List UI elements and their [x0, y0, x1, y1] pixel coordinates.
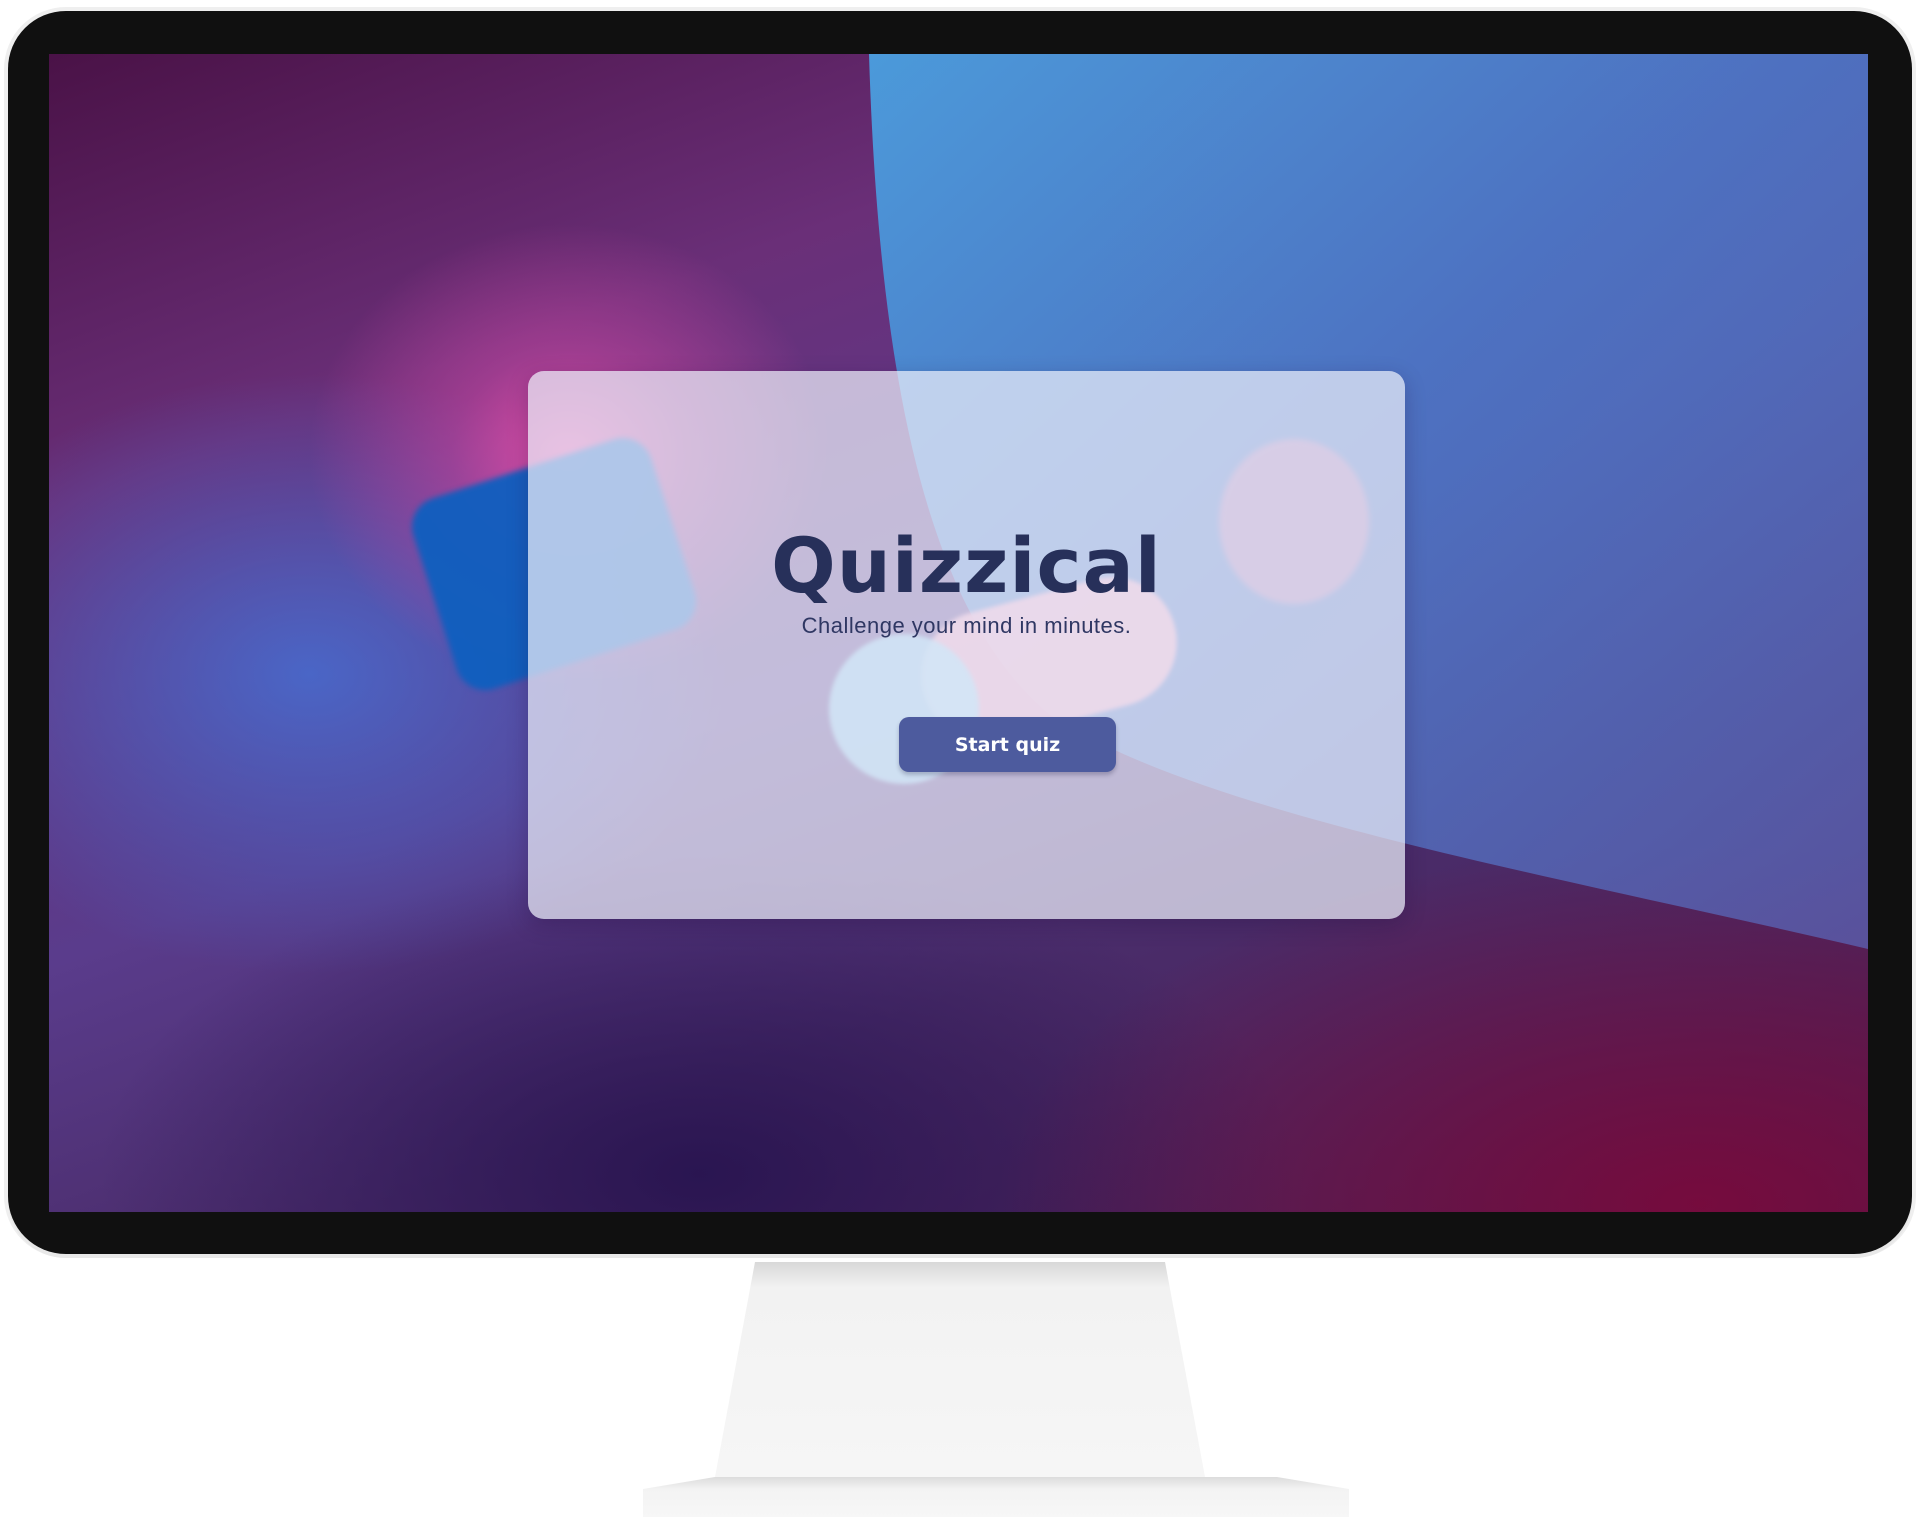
app-subtitle: Challenge your mind in minutes.: [801, 613, 1132, 638]
app-screen: Quizzical Challenge your mind in minutes…: [49, 54, 1868, 1212]
app-title: Quizzical: [771, 521, 1162, 610]
monitor-stand-base: [643, 1477, 1349, 1517]
monitor-bezel: Quizzical Challenge your mind in minutes…: [8, 11, 1912, 1254]
start-quiz-button[interactable]: Start quiz: [899, 717, 1116, 772]
monitor-stand-neck: [715, 1262, 1205, 1477]
device-mockup: Quizzical Challenge your mind in minutes…: [0, 0, 1920, 1520]
intro-card: Quizzical Challenge your mind in minutes…: [528, 371, 1405, 919]
